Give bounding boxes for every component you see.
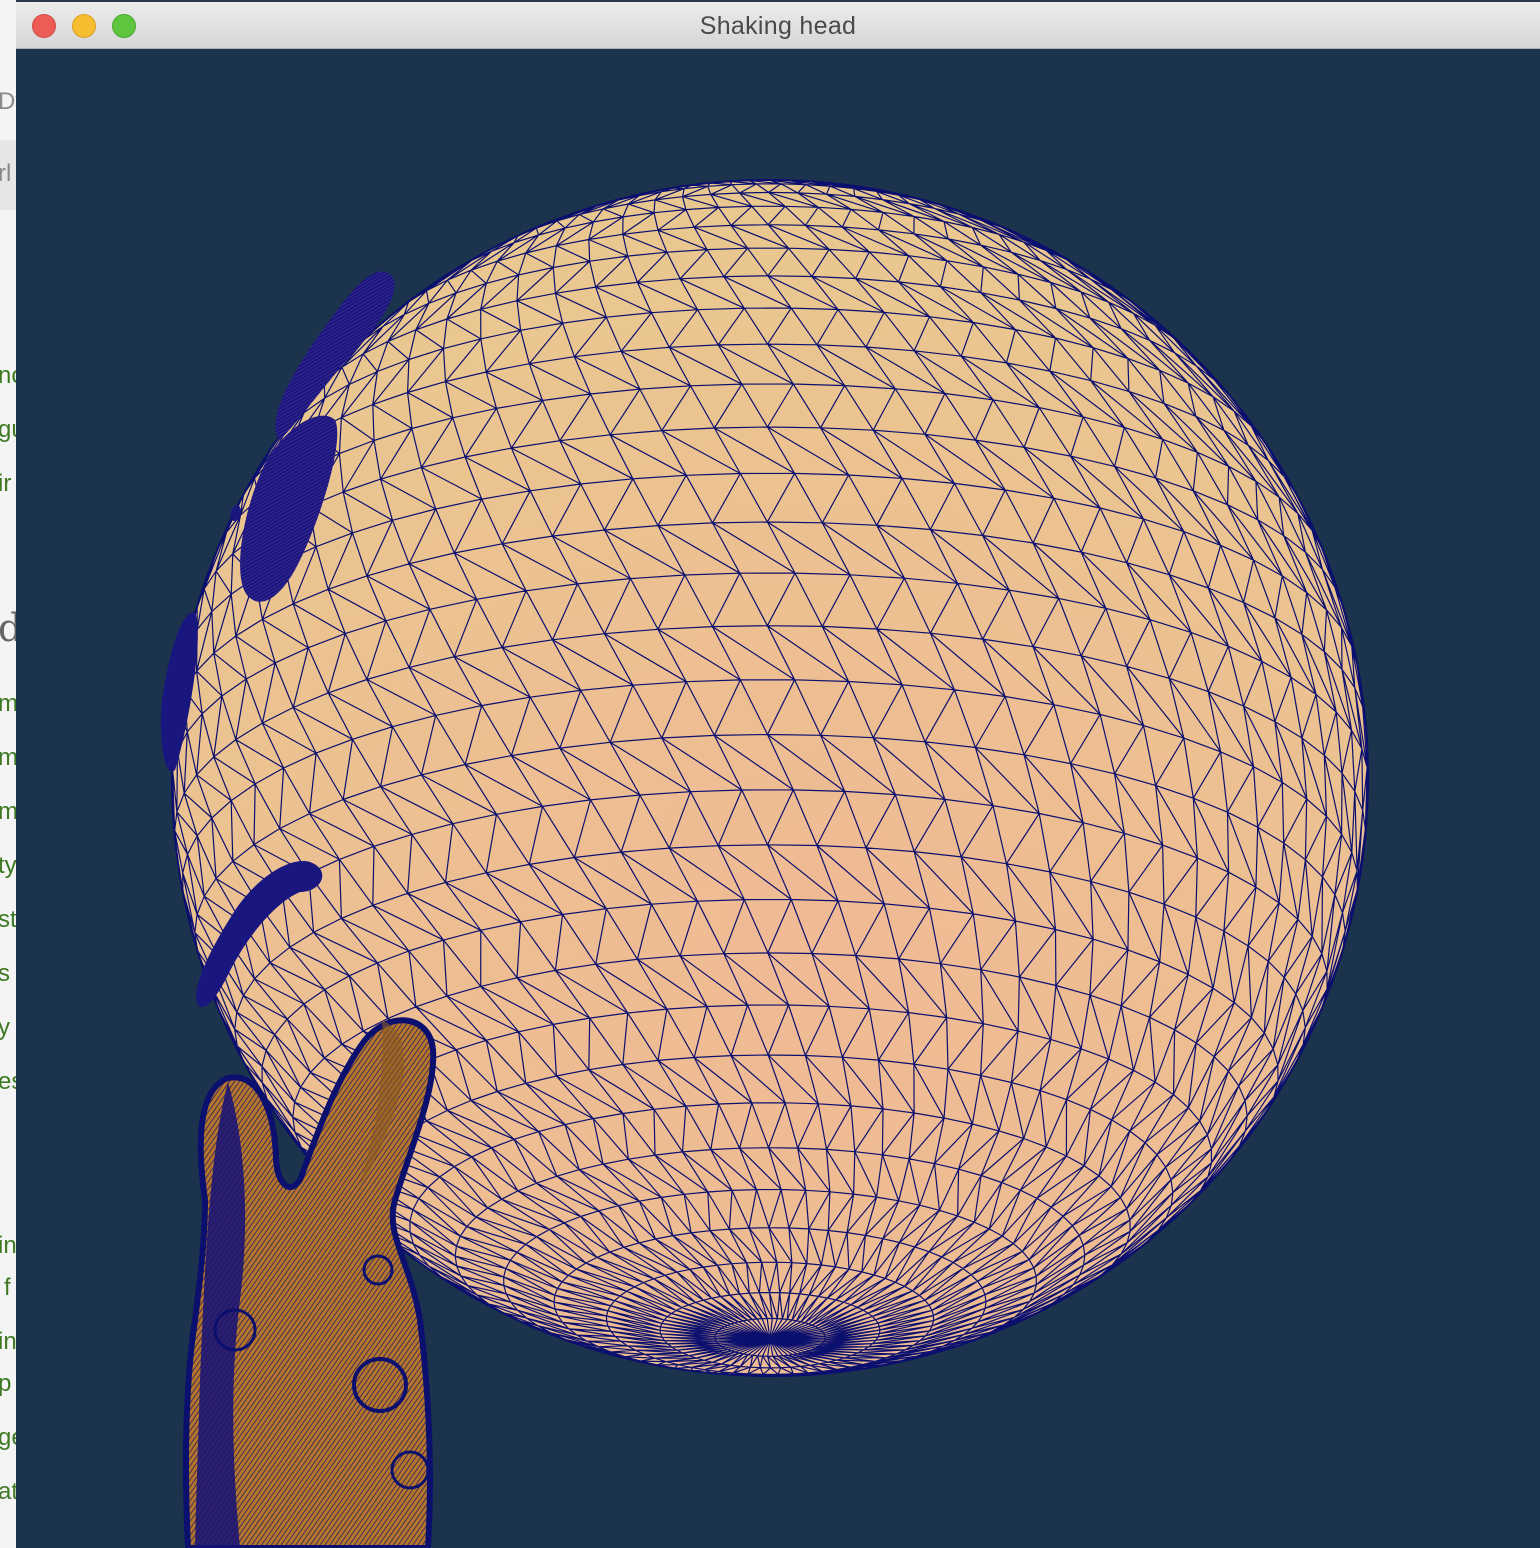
background-link-fragment: nc bbox=[0, 362, 16, 389]
background-window: Dv rl nc gu ir d m m m ty st s y s es in… bbox=[0, 0, 16, 1548]
background-link-fragment: m bbox=[0, 744, 16, 771]
background-link-fragment: in bbox=[0, 1328, 16, 1355]
background-link-fragment: f bbox=[4, 1274, 11, 1301]
background-link-fragment: y s bbox=[0, 1014, 16, 1041]
background-link-fragment: p bbox=[0, 1370, 12, 1397]
background-link-fragment: in bbox=[0, 1232, 16, 1259]
background-link-fragment: m bbox=[0, 798, 16, 825]
background-link-fragment: ty bbox=[0, 852, 16, 879]
background-link-fragment: st bbox=[0, 906, 16, 933]
background-link-fragment: ge bbox=[0, 1424, 16, 1451]
background-link-fragment: at bbox=[0, 1478, 16, 1505]
title-bar[interactable]: Shaking head bbox=[16, 2, 1540, 49]
background-text-fragment: Dv bbox=[0, 88, 16, 115]
background-link-fragment: m bbox=[0, 690, 16, 717]
app-window: Shaking head bbox=[16, 2, 1540, 1548]
background-link-fragment: es bbox=[0, 1068, 16, 1095]
3d-scene bbox=[160, 179, 1369, 1548]
render-viewport[interactable] bbox=[16, 49, 1540, 1548]
background-link-fragment: gu bbox=[0, 416, 16, 443]
background-text-fragment: rl bbox=[0, 160, 12, 187]
window-title: Shaking head bbox=[699, 12, 857, 40]
background-link-fragment: ir bbox=[0, 470, 12, 497]
background-link-fragment: s bbox=[0, 960, 10, 987]
background-heading-fragment: d bbox=[0, 606, 16, 650]
